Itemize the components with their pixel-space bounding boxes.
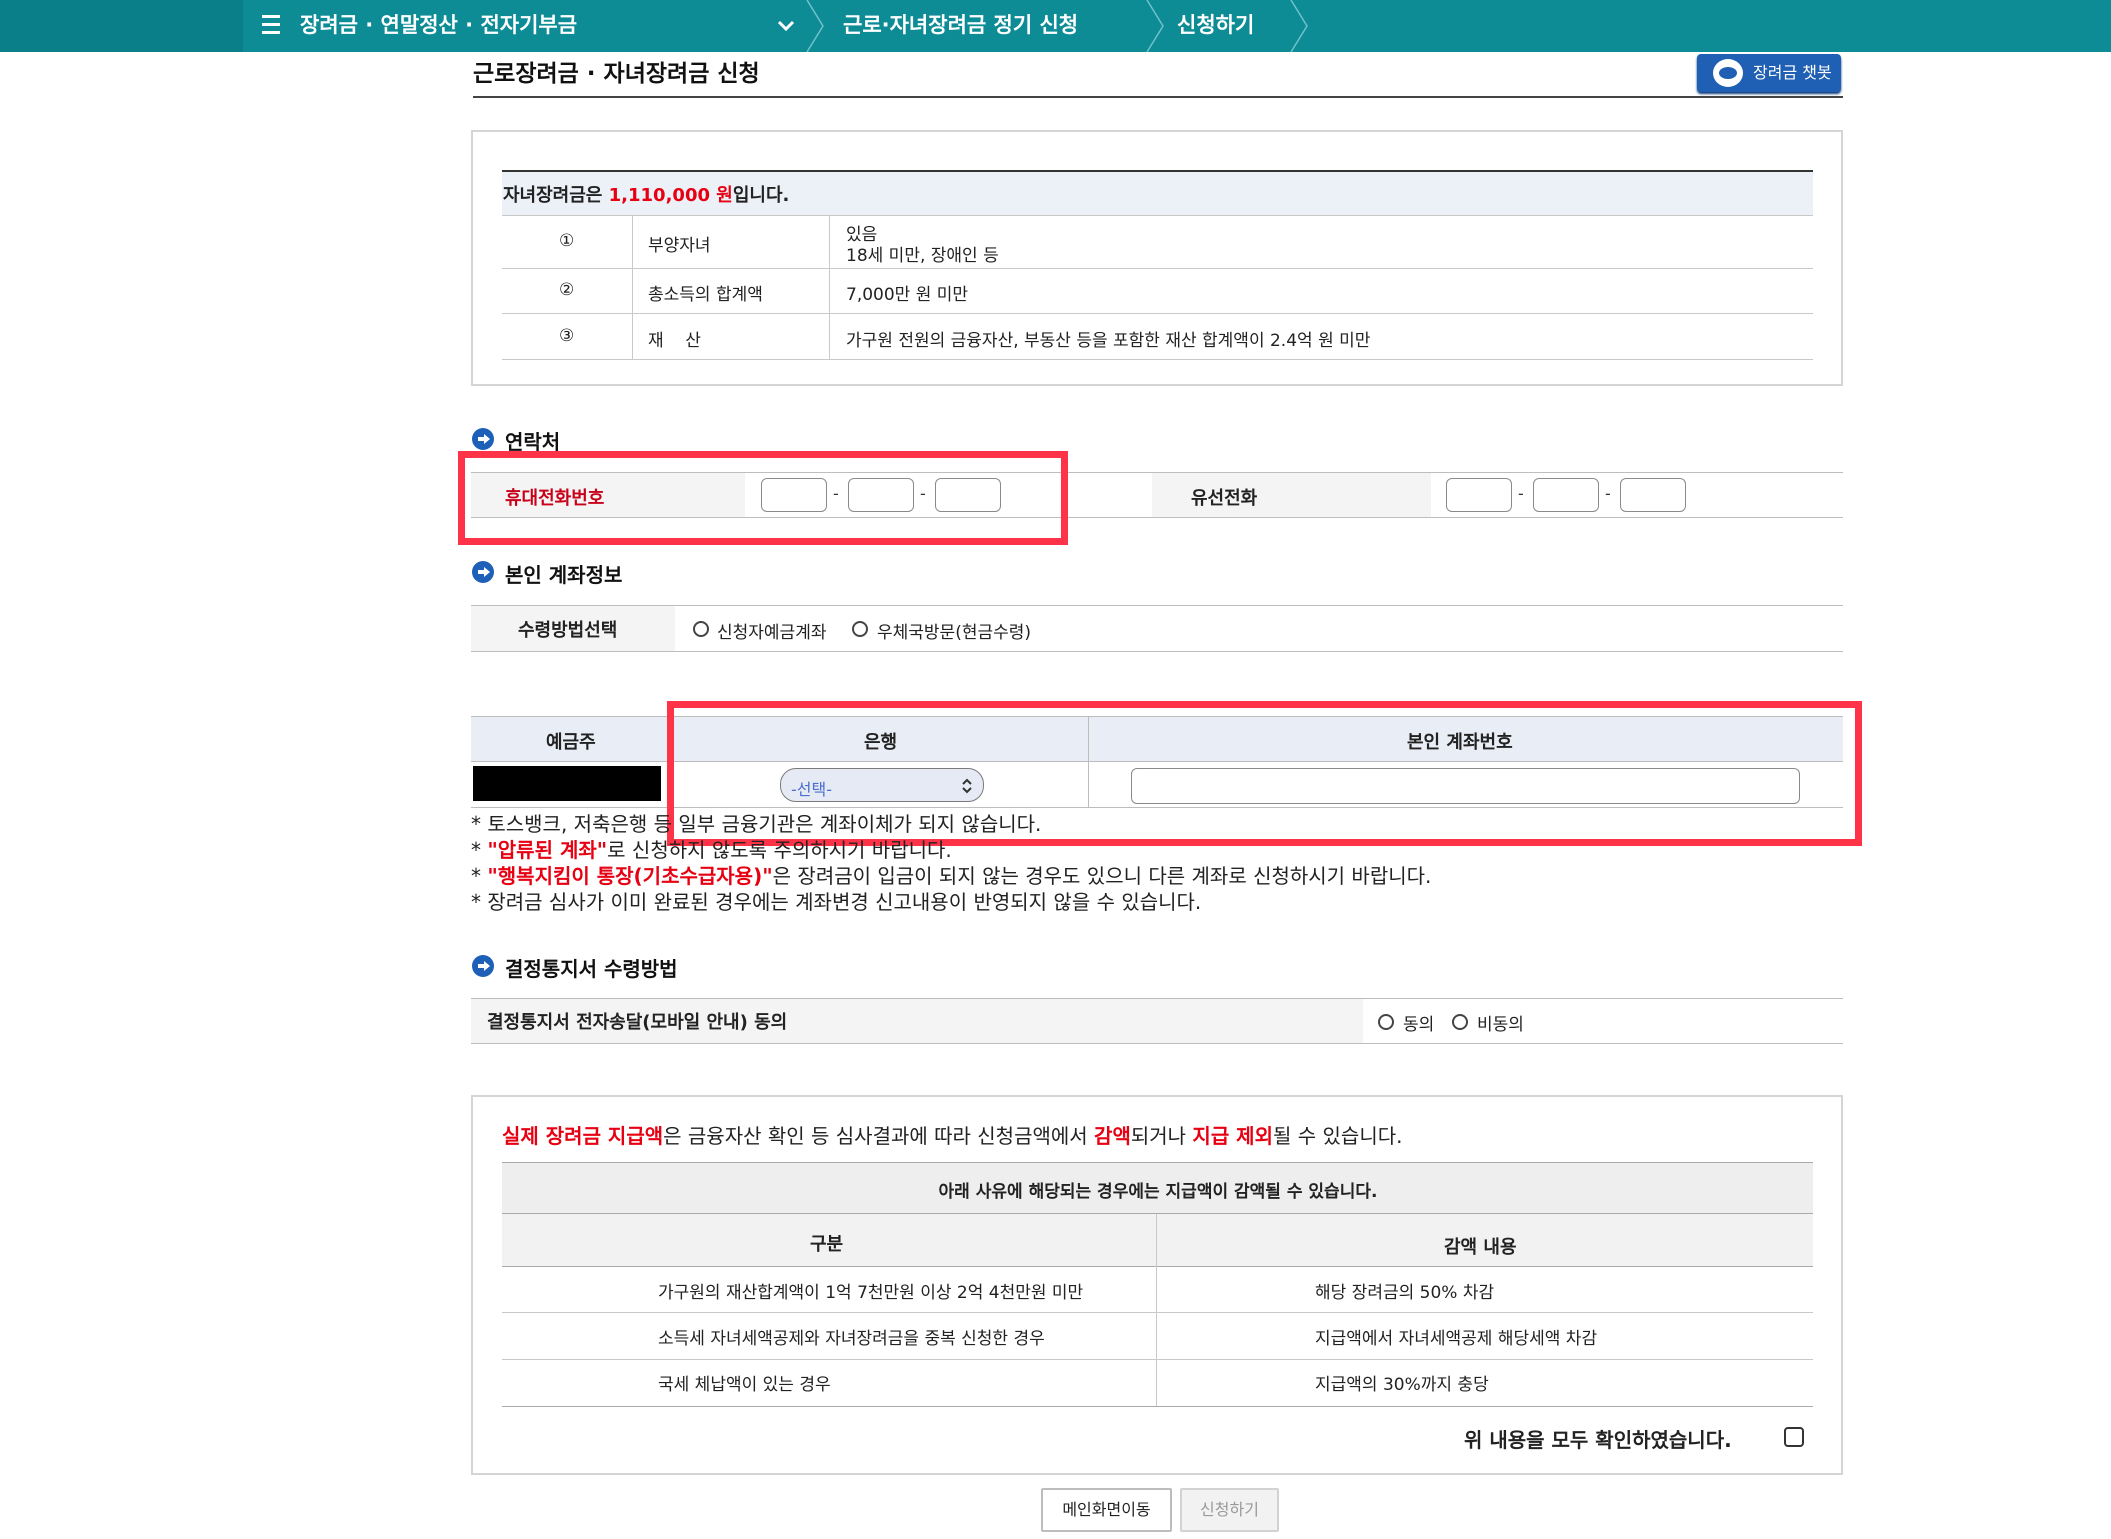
row-divider xyxy=(502,1312,1813,1313)
requirement-detail: 18세 미만, 장애인 등 xyxy=(846,246,999,266)
chevron-down-icon[interactable] xyxy=(776,17,796,35)
electronic-notice-consent-label: 결정통지서 전자송달(모바일 안내) 동의 xyxy=(487,1012,788,1033)
landline-part3-input[interactable] xyxy=(1620,478,1686,512)
account-note-text: 로 신청하지 않도록 주의하시기 바랍니다. xyxy=(607,838,952,862)
account-note: * 장려금 심사가 이미 완료된 경우에는 계좌변경 신고내용이 반영되지 않을… xyxy=(471,890,1202,914)
nav-crumb-2[interactable]: 근로·자녀장려금 정기 신청 xyxy=(843,0,1078,52)
child-credit-amount: 1,110,000 원 xyxy=(608,185,733,206)
radio-bank-account-label[interactable]: 신청자예금계좌 xyxy=(717,618,826,643)
eligibility-top-rule xyxy=(502,170,1813,172)
requirement-item: 재 산 xyxy=(648,331,701,351)
row-divider xyxy=(502,215,1813,216)
chatbot-button[interactable]: 장려금 챗봇 xyxy=(1697,54,1841,92)
chatbot-label: 장려금 챗봇 xyxy=(1753,63,1832,82)
highlight-mobile-phone xyxy=(458,451,1068,545)
nav-separator xyxy=(803,0,829,52)
requirement-number: ② xyxy=(559,280,575,300)
col-divider xyxy=(1156,1214,1157,1406)
confirm-read-checkbox[interactable] xyxy=(1784,1427,1804,1447)
requirement-number: ③ xyxy=(559,326,575,346)
go-main-button[interactable]: 메인화면이동 xyxy=(1041,1488,1172,1532)
landline-phone-label: 유선전화 xyxy=(1191,488,1258,509)
landline-part2-input[interactable] xyxy=(1533,478,1599,512)
exclusion-emphasis: 지급 제외 xyxy=(1192,1124,1273,1148)
radio-bank-account[interactable] xyxy=(693,621,709,637)
account-note-text: 은 장려금이 입금이 되지 않는 경우도 있으니 다른 계좌로 신청하시기 바랍… xyxy=(772,864,1432,888)
eligibility-headline-prefix: 자녀장려금은 xyxy=(503,185,609,206)
row-divider xyxy=(502,268,1813,269)
requirement-item: 총소득의 합계액 xyxy=(648,285,763,305)
eligibility-headline-suffix: 입니다. xyxy=(732,185,790,206)
reduction-reason: 국세 체납액이 있는 경우 xyxy=(658,1375,831,1395)
notice-section-title: 결정통지서 수령방법 xyxy=(505,957,678,981)
reduction-col-category: 구분 xyxy=(810,1234,844,1255)
reduction-reason: 가구원의 재산합계액이 1억 7천만원 이상 2억 4천만원 미만 xyxy=(658,1283,1084,1303)
requirement-number: ① xyxy=(559,231,575,251)
nav-separator xyxy=(1287,0,1313,52)
requirement-detail: 가구원 전원의 금융자산, 부동산 등을 포함한 재산 합계액이 2.4억 원 … xyxy=(846,331,1371,351)
reduction-effect: 지급액의 30%까지 충당 xyxy=(1315,1375,1489,1395)
account-note: * "압류된 계좌"로 신청하지 않도록 주의하시기 바랍니다. xyxy=(471,834,952,863)
confirm-read-label: 위 내용을 모두 확인하였습니다. xyxy=(1464,1428,1732,1452)
reduction-table-bottom-rule xyxy=(502,1406,1813,1407)
apply-button[interactable]: 신청하기 xyxy=(1180,1488,1279,1532)
method-bottom-rule xyxy=(471,651,1843,652)
col-divider xyxy=(829,215,830,359)
account-holder-redacted xyxy=(473,766,661,801)
landline-part1-input[interactable] xyxy=(1446,478,1512,512)
radio-consent-agree[interactable] xyxy=(1378,1014,1394,1030)
actual-amount-emphasis: 실제 장려금 지급액 xyxy=(502,1124,664,1148)
phone-dash: - xyxy=(1605,484,1611,503)
receipt-method-label: 수령방법선택 xyxy=(518,620,618,641)
eligibility-headline: 자녀장려금은 1,110,000 원입니다. xyxy=(503,181,789,207)
radio-post-office-label[interactable]: 우체국방문(현금수령) xyxy=(877,618,1031,643)
account-note: * "행복지킴이 통장(기초수급자용)"은 장려금이 입금이 되지 않는 경우도… xyxy=(471,860,1431,889)
notice-bottom-rule xyxy=(471,1043,1843,1044)
account-note-bullet: * xyxy=(471,838,488,862)
reduction-effect: 지급액에서 자녀세액공제 해당세액 차감 xyxy=(1315,1329,1598,1349)
chatbot-icon xyxy=(1713,59,1743,87)
reduction-text: 되거나 xyxy=(1130,1124,1193,1148)
account-section-title: 본인 계좌정보 xyxy=(505,563,623,587)
page-title: 근로장려금 · 자녀장려금 신청 xyxy=(473,61,760,87)
account-note-bullet: * xyxy=(471,864,488,888)
reduction-text: 될 수 있습니다. xyxy=(1273,1124,1403,1148)
radio-consent-disagree[interactable] xyxy=(1452,1014,1468,1030)
nav-crumb-1[interactable]: 장려금 · 연말정산 · 전자기부금 xyxy=(300,0,577,52)
requirement-detail: 7,000만 원 미만 xyxy=(846,285,969,305)
reduction-effect: 해당 장려금의 50% 차감 xyxy=(1315,1283,1495,1303)
nav-crumb-3[interactable]: 신청하기 xyxy=(1177,0,1254,52)
reduction-table-header xyxy=(502,1214,1813,1266)
radio-consent-disagree-label[interactable]: 비동의 xyxy=(1477,1010,1524,1035)
account-holder-header: 예금주 xyxy=(546,732,596,753)
account-note: * 토스뱅크, 저축은행 등 일부 금융기관은 계좌이체가 되지 않습니다. xyxy=(471,812,1042,836)
reduction-statement: 실제 장려금 지급액은 금융자산 확인 등 심사결과에 따라 신청금액에서 감액… xyxy=(502,1120,1402,1149)
menu-icon[interactable] xyxy=(262,15,280,35)
title-divider xyxy=(473,96,1843,98)
radio-consent-agree-label[interactable]: 동의 xyxy=(1403,1010,1434,1035)
reduction-text: 은 금융자산 확인 등 심사결과에 따라 신청금액에서 xyxy=(663,1124,1095,1148)
top-navigation-bar: 장려금 · 연말정산 · 전자기부금 근로·자녀장려금 정기 신청 신청하기 xyxy=(0,0,2111,52)
reduction-reason: 소득세 자녀세액공제와 자녀장려금을 중복 신청한 경우 xyxy=(658,1329,1045,1349)
radio-post-office[interactable] xyxy=(852,621,868,637)
section-bullet-icon xyxy=(472,561,494,583)
method-top-rule xyxy=(471,605,1843,606)
nav-left-strip xyxy=(0,0,243,52)
nav-separator xyxy=(1143,0,1169,52)
row-divider xyxy=(502,313,1813,314)
reduction-col-detail: 감액 내용 xyxy=(1444,1237,1517,1258)
row-divider xyxy=(502,359,1813,360)
welfare-account-warning: "행복지킴이 통장(기초수급자용)" xyxy=(487,864,773,888)
section-bullet-icon xyxy=(472,955,494,977)
requirement-item: 부양자녀 xyxy=(648,236,711,256)
phone-dash: - xyxy=(1518,484,1524,503)
reduction-emphasis: 감액 xyxy=(1094,1124,1131,1148)
seized-account-warning: "압류된 계좌" xyxy=(487,838,608,862)
section-bullet-icon xyxy=(472,428,494,450)
row-divider xyxy=(502,1359,1813,1360)
col-divider xyxy=(632,215,633,359)
reduction-table-caption: 아래 사유에 해당되는 경우에는 지급액이 감액될 수 있습니다. xyxy=(938,1182,1378,1202)
reduction-table-rule xyxy=(502,1266,1813,1267)
